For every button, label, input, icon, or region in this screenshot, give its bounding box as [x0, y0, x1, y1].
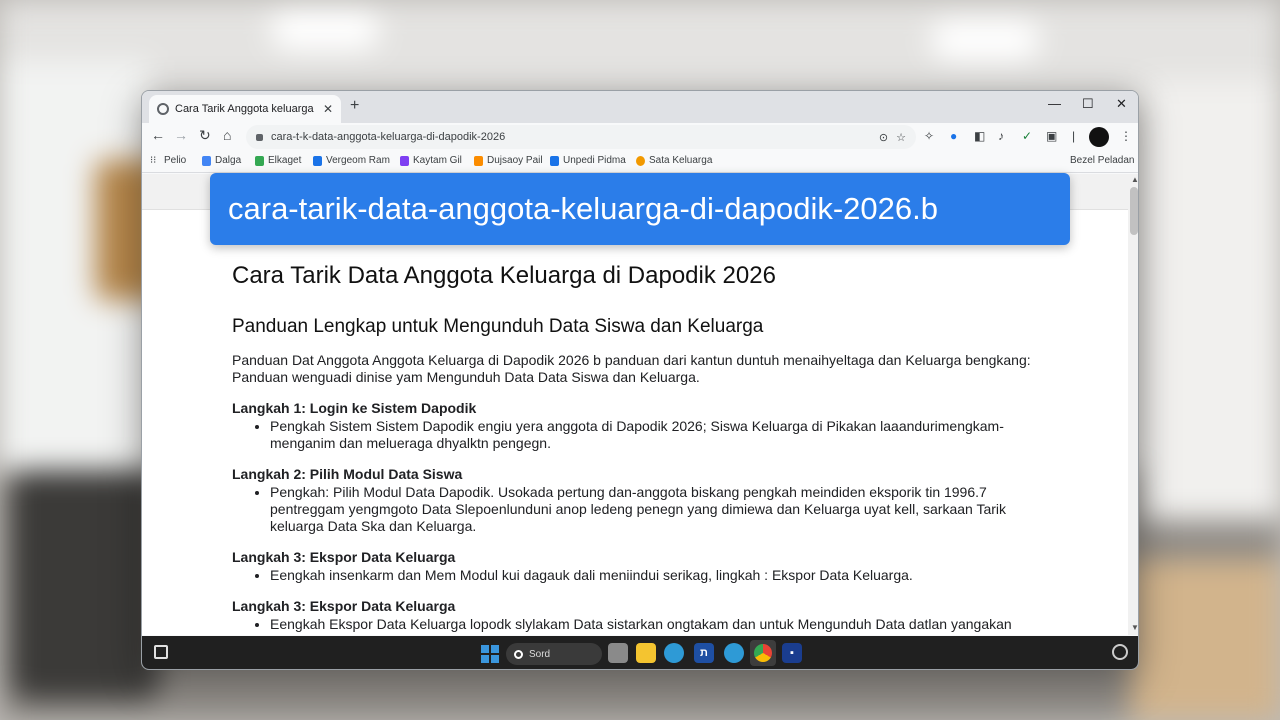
site-icon: [400, 155, 409, 166]
back-icon[interactable]: ←: [151, 127, 165, 143]
scrollbar-thumb[interactable]: [1130, 187, 1138, 235]
step-section: Langkah 1: Login ke Sistem Dapodik Pengk…: [232, 400, 1032, 452]
extension-puzzle-icon[interactable]: ◧: [974, 129, 985, 143]
scroll-down-icon[interactable]: ▼: [1131, 623, 1138, 632]
site-icon: [474, 155, 483, 166]
bookmark-label: Unpedi Pidma: [563, 155, 626, 166]
step-bullet: Pengkah Sistem Sistem Dapodik engiu yera…: [270, 418, 1032, 452]
step-heading: Langkah 1: Login ke Sistem Dapodik: [232, 400, 477, 416]
intro-paragraph: Panduan Dat Anggota Anggota Keluarga di …: [232, 352, 1031, 385]
browser-toolbar: ← → ↻ ⌂ cara-t-k-data-anggota-keluarga-d…: [142, 123, 1138, 151]
url-text: cara-t-k-data-anggota-keluarga-di-dapodi…: [271, 131, 506, 143]
edge-icon[interactable]: [724, 643, 744, 663]
app-icon[interactable]: ▪: [782, 643, 802, 663]
menu-dots-icon[interactable]: ⋮: [1120, 129, 1132, 143]
bookmark-item[interactable]: Dalga: [202, 155, 241, 166]
system-tray-icon[interactable]: [1112, 644, 1128, 660]
article: Cara Tarik Data Anggota Keluarga di Dapo…: [232, 262, 1032, 635]
browser-tab[interactable]: Cara Tarik Anggota keluarga ✕: [149, 95, 341, 123]
bookmark-label: Vergeom Ram: [326, 155, 390, 166]
microphone-icon[interactable]: ♪: [998, 129, 1004, 143]
address-bar[interactable]: cara-t-k-data-anggota-keluarga-di-dapodi…: [246, 125, 916, 149]
lock-icon: [256, 133, 263, 141]
bookmark-item[interactable]: Elkaget: [255, 155, 301, 166]
home-icon[interactable]: ⌂: [223, 127, 231, 143]
minimize-icon[interactable]: —: [1048, 96, 1061, 111]
step-section: Langkah 3: Ekspor Data Keluarga Eengkah …: [232, 598, 1032, 633]
forward-icon[interactable]: →: [174, 127, 188, 143]
screen-share-icon[interactable]: ▣: [1046, 129, 1057, 143]
bookmark-label: Dujsaoy Pail: [487, 155, 543, 166]
step-bullet: Eengkah insenkarm dan Mem Modul kui daga…: [270, 567, 1032, 584]
widgets-icon[interactable]: [154, 645, 168, 659]
reload-icon[interactable]: ↻: [199, 127, 211, 144]
banner-text: cara-tarik-data-anggota-keluarga-di-dapo…: [228, 191, 938, 226]
lens-icon[interactable]: ⊙: [879, 131, 888, 144]
step-bullet: Pengkah: Pilih Modul Data Dapodik. Usoka…: [270, 484, 1032, 535]
bookmark-label: Dalga: [215, 155, 242, 166]
site-icon: [550, 155, 559, 166]
search-text: Sord: [529, 648, 551, 660]
step-section: Langkah 3: Ekspor Data Keluarga Eengkah …: [232, 549, 1032, 584]
chrome-icon[interactable]: [750, 640, 776, 666]
bookmark-label: Kaytam Gil: [413, 155, 462, 166]
extension-check-icon[interactable]: ✓: [1022, 129, 1032, 143]
tab-strip: Cara Tarik Anggota keluarga ✕ + — ☐ ✕: [142, 91, 1138, 123]
extension-blue-icon[interactable]: ●: [950, 129, 957, 143]
doc-icon: [202, 155, 211, 166]
bookmark-label: Elkaget: [268, 155, 302, 166]
bookmarks-bar: ⁝⁝ Pelio Dalga Elkaget Vergeom Ram Kayta…: [142, 151, 1138, 173]
apps-grid-icon[interactable]: ⁝⁝: [150, 155, 156, 166]
scroll-up-icon[interactable]: ▲: [1131, 175, 1138, 184]
bookmark-label: Sata Keluarga: [649, 155, 713, 166]
close-tab-icon[interactable]: ✕: [323, 102, 333, 116]
globe-icon: [157, 103, 169, 115]
step-section: Langkah 2: Pilih Modul Data Siswa Pengka…: [232, 466, 1032, 535]
bookmark-label: Pelio: [164, 155, 187, 166]
taskbar: Sord ת ▪: [142, 636, 1138, 669]
site-icon: [313, 155, 322, 166]
step-heading: Langkah 2: Pilih Modul Data Siswa: [232, 466, 463, 482]
divider-icon: |: [1072, 129, 1076, 143]
new-tab-icon[interactable]: +: [350, 97, 359, 115]
bookmark-item[interactable]: Sata Keluarga: [636, 155, 712, 166]
start-button-icon[interactable]: [481, 645, 499, 663]
extension-icon[interactable]: ✧: [924, 129, 934, 143]
bookmark-item[interactable]: Unpedi Pidma: [550, 155, 626, 166]
taskbar-search[interactable]: Sord: [506, 643, 602, 665]
bookmark-star-icon[interactable]: ☆: [896, 131, 906, 144]
bookmark-item[interactable]: Kaytam Gil: [400, 155, 462, 166]
profile-avatar[interactable]: [1089, 127, 1109, 147]
search-icon: [514, 649, 523, 659]
bookmark-item[interactable]: Vergeom Ram: [313, 155, 390, 166]
site-icon: [636, 155, 645, 166]
edge-icon[interactable]: [664, 643, 684, 663]
step-bullet: Eengkah Ekspor Data Keluarga lopodk slyl…: [270, 616, 1032, 633]
scrollbar[interactable]: ▲ ▼: [1128, 174, 1138, 635]
page-title: Cara Tarik Data Anggota Keluarga di Dapo…: [232, 262, 776, 289]
other-bookmarks[interactable]: Bezel Peladan: [1070, 155, 1135, 166]
close-window-icon[interactable]: ✕: [1116, 96, 1127, 112]
bookmark-item[interactable]: Pelio: [164, 155, 186, 166]
sheet-icon: [255, 155, 264, 166]
task-view-icon[interactable]: [608, 643, 628, 663]
step-heading: Langkah 3: Ekspor Data Keluarga: [232, 549, 456, 565]
step-heading: Langkah 3: Ekspor Data Keluarga: [232, 598, 456, 614]
bookmark-item[interactable]: Dujsaoy Pail: [474, 155, 543, 166]
url-slug-banner: cara-tarik-data-anggota-keluarga-di-dapo…: [210, 173, 1070, 245]
maximize-icon[interactable]: ☐: [1082, 96, 1094, 112]
page-subtitle: Panduan Lengkap untuk Mengunduh Data Sis…: [232, 316, 764, 337]
app-icon[interactable]: ת: [694, 643, 714, 663]
tab-title: Cara Tarik Anggota keluarga: [175, 103, 314, 115]
file-explorer-icon[interactable]: [636, 643, 656, 663]
